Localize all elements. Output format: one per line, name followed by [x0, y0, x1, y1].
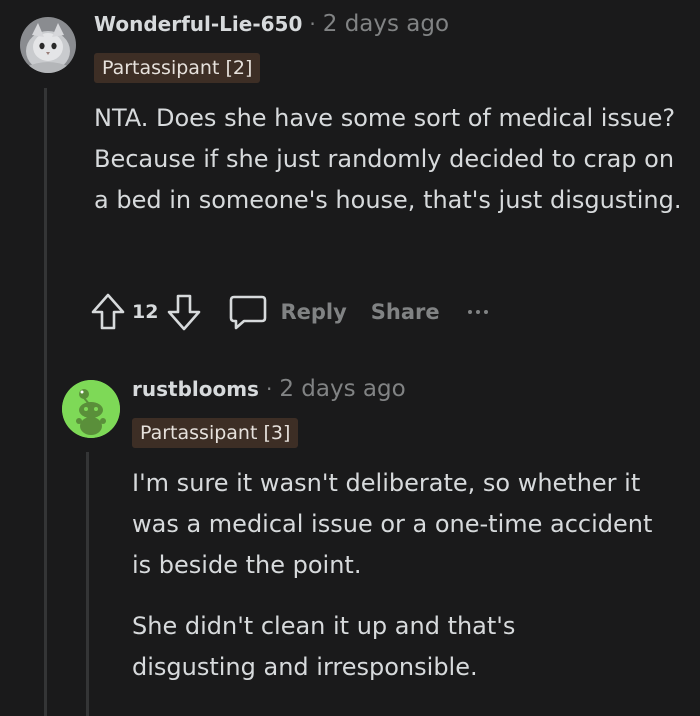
comment-meta: Wonderful-Lie-650 · 2 days ago	[94, 11, 449, 37]
reply-label: Reply	[280, 300, 347, 324]
timestamp[interactable]: 2 days ago	[279, 376, 405, 402]
cat-avatar-icon[interactable]	[20, 17, 76, 73]
username[interactable]: Wonderful-Lie-650	[94, 12, 302, 36]
comment-actions: 12 Reply Share	[90, 290, 488, 334]
comment-bubble-icon	[228, 293, 268, 331]
comment-paragraph: She didn't clean it up and that's disgus…	[132, 612, 516, 681]
downvote-icon[interactable]	[166, 292, 202, 332]
thread-line[interactable]	[86, 452, 89, 716]
snoo-avatar-icon[interactable]	[62, 380, 120, 438]
user-flair: Partassipant [3]	[132, 418, 299, 448]
timestamp[interactable]: 2 days ago	[323, 11, 449, 37]
username[interactable]: rustblooms	[132, 377, 259, 401]
separator-dot: ·	[309, 12, 316, 36]
separator-dot: ·	[265, 377, 273, 401]
reply-button[interactable]: Reply	[228, 293, 347, 331]
comment-paragraph: NTA. Does she have some sort of medical …	[94, 104, 682, 214]
vote-count: 12	[132, 301, 159, 323]
more-options-icon[interactable]	[467, 310, 488, 314]
comment-meta: rustblooms · 2 days ago	[132, 376, 406, 402]
upvote-icon[interactable]	[90, 292, 126, 332]
comment-body: NTA. Does she have some sort of medical …	[94, 98, 684, 221]
share-button[interactable]: Share	[371, 300, 440, 324]
thread-line[interactable]	[44, 88, 47, 716]
user-flair: Partassipant [2]	[94, 53, 261, 83]
comment-paragraph: I'm sure it wasn't deliberate, so whethe…	[132, 469, 653, 579]
comment-body: I'm sure it wasn't deliberate, so whethe…	[132, 463, 672, 688]
